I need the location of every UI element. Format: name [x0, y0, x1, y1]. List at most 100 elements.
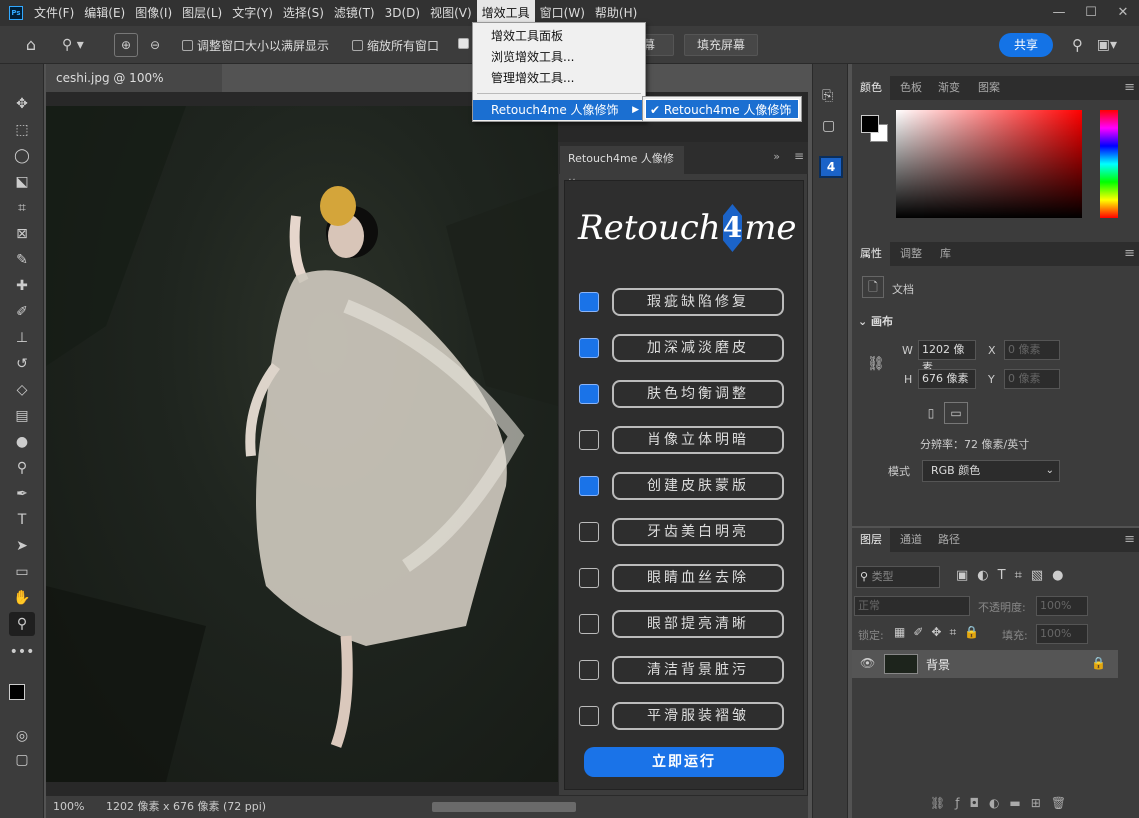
- quick-select-tool-icon[interactable]: ⬕: [9, 170, 35, 194]
- zoom-all-checkbox[interactable]: 缩放所有窗口: [352, 37, 439, 54]
- blur-tool-icon[interactable]: ●: [9, 430, 35, 454]
- tab-color[interactable]: 颜色: [852, 76, 890, 100]
- move-tool-icon[interactable]: ✥: [9, 92, 35, 116]
- menu-filter[interactable]: 滤镜(T): [329, 0, 380, 26]
- menu-3d[interactable]: 3D(D): [380, 0, 425, 26]
- retouch4me-panel-icon[interactable]: 4: [819, 156, 843, 178]
- menu-item-plugins-panel[interactable]: 增效工具面板: [473, 26, 645, 46]
- layer-filter-select[interactable]: ⚲ 类型: [856, 566, 940, 588]
- menu-item-browse-plugins[interactable]: 浏览增效工具...: [473, 47, 645, 67]
- function-button[interactable]: 眼部提亮清晰: [612, 610, 784, 638]
- function-checkbox[interactable]: [579, 292, 599, 312]
- function-checkbox[interactable]: [579, 568, 599, 588]
- tab-adjustments[interactable]: 调整: [892, 242, 930, 266]
- menu-select[interactable]: 选择(S): [278, 0, 329, 26]
- x-field[interactable]: 0 像素: [1004, 340, 1060, 360]
- panel-menu-icon[interactable]: ≡: [794, 149, 804, 163]
- frame-tool-icon[interactable]: ⊠: [9, 222, 35, 246]
- resize-windows-checkbox[interactable]: 调整窗口大小以满屏显示: [182, 37, 329, 54]
- tab-swatches[interactable]: 色板: [892, 76, 930, 100]
- stamp-tool-icon[interactable]: ⊥: [9, 326, 35, 350]
- more-tools-icon[interactable]: •••: [9, 640, 35, 664]
- function-button[interactable]: 加深减淡磨皮: [612, 334, 784, 362]
- visibility-eye-icon[interactable]: 👁: [860, 656, 875, 670]
- panel-menu-icon[interactable]: ≡: [1124, 76, 1135, 100]
- panel-menu-icon[interactable]: ≡: [1124, 528, 1135, 552]
- zoom-tool-icon[interactable]: ⚲: [9, 612, 35, 636]
- run-button[interactable]: 立即运行: [584, 747, 784, 777]
- menu-view[interactable]: 视图(V): [425, 0, 477, 26]
- panel-menu-icon[interactable]: ≡: [1124, 242, 1135, 266]
- minimize-button[interactable]: —: [1043, 0, 1075, 26]
- brush-tool-icon[interactable]: ✐: [9, 300, 35, 324]
- function-checkbox[interactable]: [579, 522, 599, 542]
- function-button[interactable]: 肖像立体明暗: [612, 426, 784, 454]
- foreground-color-swatch[interactable]: [861, 115, 879, 133]
- portrait-orientation-icon[interactable]: ▯: [920, 402, 942, 424]
- path-select-tool-icon[interactable]: ➤: [9, 534, 35, 558]
- dodge-tool-icon[interactable]: ⚲: [9, 456, 35, 480]
- tab-libraries[interactable]: 库: [932, 242, 959, 266]
- function-checkbox[interactable]: [579, 660, 599, 680]
- function-button[interactable]: 创建皮肤蒙版: [612, 472, 784, 500]
- color-field[interactable]: [896, 110, 1082, 218]
- layer-name[interactable]: 背景: [926, 656, 950, 673]
- menu-layer[interactable]: 图层(L): [177, 0, 227, 26]
- type-tool-icon[interactable]: T: [9, 508, 35, 532]
- collapse-icon[interactable]: »: [773, 150, 780, 163]
- opacity-field[interactable]: 100%: [1036, 596, 1088, 616]
- pen-tool-icon[interactable]: ✒: [9, 482, 35, 506]
- lock-icons[interactable]: ▦✐✥⌗🔒: [894, 625, 987, 640]
- submenu-item-retouch4me[interactable]: ✔ Retouch4me 人像修饰: [645, 99, 799, 119]
- search-icon[interactable]: ⚲: [1072, 34, 1083, 56]
- function-button[interactable]: 瑕疵缺陷修复: [612, 288, 784, 316]
- landscape-orientation-icon[interactable]: ▭: [944, 402, 968, 424]
- foreground-color-swatch[interactable]: [9, 684, 25, 700]
- function-button[interactable]: 肤色均衡调整: [612, 380, 784, 408]
- fill-field[interactable]: 100%: [1036, 624, 1088, 644]
- function-checkbox[interactable]: [579, 706, 599, 726]
- comments-icon[interactable]: ▢: [822, 118, 835, 134]
- menu-type[interactable]: 文字(Y): [227, 0, 278, 26]
- crop-tool-icon[interactable]: ⌗: [9, 196, 35, 220]
- menu-edit[interactable]: 编辑(E): [79, 0, 130, 26]
- gradient-tool-icon[interactable]: ▤: [9, 404, 35, 428]
- function-button[interactable]: 眼睛血丝去除: [612, 564, 784, 592]
- tab-patterns[interactable]: 图案: [970, 76, 1008, 100]
- layer-actions-bar[interactable]: ⛓ƒ◘◐▬⊞🗑: [930, 796, 1076, 810]
- zoom-level[interactable]: 100%: [53, 796, 84, 818]
- document-tab[interactable]: ceshi.jpg @ 100%(RGB/8#)✕: [46, 64, 222, 113]
- quick-mask-icon[interactable]: ◎: [9, 724, 35, 748]
- function-checkbox[interactable]: [579, 430, 599, 450]
- zoom-in-icon[interactable]: ⊕: [114, 33, 138, 57]
- menu-file[interactable]: 文件(F): [29, 0, 79, 26]
- tab-layers[interactable]: 图层: [852, 528, 890, 552]
- link-icon[interactable]: ⛓: [867, 356, 885, 372]
- lasso-tool-icon[interactable]: ◯: [9, 144, 35, 168]
- tab-channels[interactable]: 通道: [892, 528, 930, 552]
- function-button[interactable]: 牙齿美白明亮: [612, 518, 784, 546]
- height-field[interactable]: 676 像素: [918, 369, 976, 389]
- blend-mode-select[interactable]: 正常: [854, 596, 970, 616]
- tab-gradients[interactable]: 渐变: [930, 76, 968, 100]
- tab-paths[interactable]: 路径: [930, 528, 968, 552]
- scrubby-zoom-checkbox[interactable]: [458, 37, 473, 51]
- fill-screen-button[interactable]: 填充屏幕: [684, 34, 758, 56]
- screen-mode-icon[interactable]: ▢: [9, 748, 35, 772]
- menu-image[interactable]: 图像(I): [130, 0, 177, 26]
- history-icon[interactable]: ⎘: [822, 88, 833, 104]
- maximize-button[interactable]: ☐: [1075, 0, 1107, 26]
- layer-row-background[interactable]: 👁 背景 🔒: [852, 650, 1118, 678]
- menu-item-retouch4me[interactable]: Retouch4me 人像修饰 ▶: [473, 100, 645, 120]
- menu-item-manage-plugins[interactable]: 管理增效工具...: [473, 68, 645, 88]
- home-icon[interactable]: ⌂: [18, 34, 44, 56]
- color-mode-select[interactable]: RGB 颜色 ⌄: [922, 460, 1060, 482]
- zoom-tool-icon[interactable]: ⚲ ▾: [62, 34, 98, 56]
- function-checkbox[interactable]: [579, 614, 599, 634]
- shape-tool-icon[interactable]: ▭: [9, 560, 35, 584]
- y-field[interactable]: 0 像素: [1004, 369, 1060, 389]
- width-field[interactable]: 1202 像素: [918, 340, 976, 374]
- document-image[interactable]: [46, 106, 558, 782]
- layer-filter-icons[interactable]: ▣◐T⌗▧●: [956, 568, 1073, 583]
- function-button[interactable]: 清洁背景脏污: [612, 656, 784, 684]
